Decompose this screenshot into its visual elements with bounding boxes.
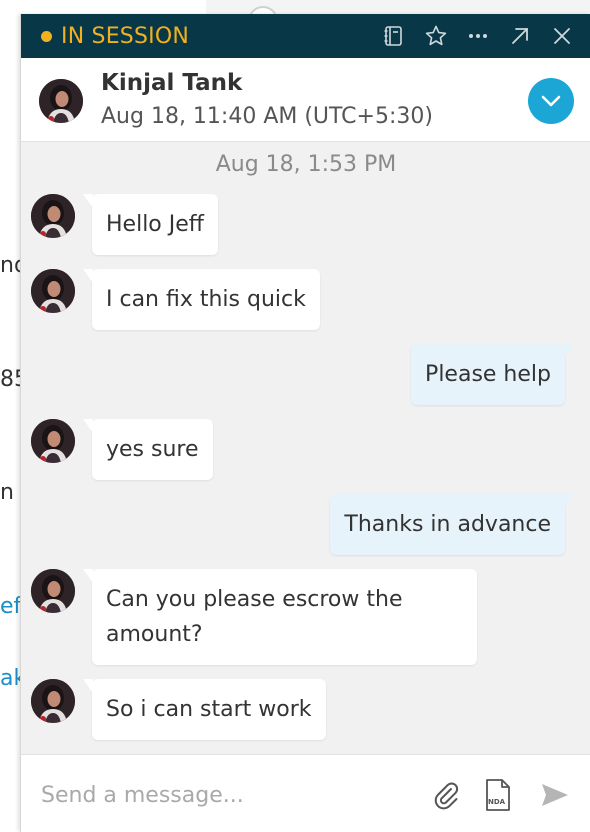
incoming-message: yes sure <box>83 419 213 480</box>
message-composer: NDA <box>21 754 590 832</box>
incoming-message: So i can start work <box>83 679 326 740</box>
titlebar-actions <box>373 14 583 58</box>
chat-window: IN SESSION Kinjal Tank Aug 18, 11:40 AM … <box>20 14 590 832</box>
message-avatar[interactable] <box>31 569 75 613</box>
contact-local-time: Aug 18, 11:40 AM (UTC+5:30) <box>101 104 433 129</box>
incoming-message: Can you please escrow the amount? <box>83 569 477 665</box>
background-link-fragment[interactable]: ef <box>0 594 21 619</box>
session-status-dot <box>41 30 52 42</box>
chat-titlebar: IN SESSION <box>21 14 590 58</box>
message-avatar[interactable] <box>31 194 75 238</box>
nda-document-icon <box>486 779 510 811</box>
message-avatar[interactable] <box>31 419 75 463</box>
session-status-label: IN SESSION <box>61 23 189 49</box>
contact-avatar[interactable] <box>39 79 83 123</box>
star-icon[interactable] <box>415 14 457 58</box>
more-icon[interactable] <box>457 14 499 58</box>
close-icon[interactable] <box>541 14 583 58</box>
outgoing-message: Thanks in advance <box>330 494 574 555</box>
notebook-icon[interactable] <box>373 14 415 58</box>
attach-icon[interactable] <box>426 773 466 817</box>
date-separator: Aug 18, 1:53 PM <box>215 152 397 177</box>
message-avatar[interactable] <box>31 269 75 313</box>
outgoing-message: Please help <box>411 344 574 405</box>
background-text-fragment: n <box>0 480 14 505</box>
send-icon[interactable] <box>535 773 575 817</box>
contact-name[interactable]: Kinjal Tank <box>101 70 242 96</box>
message-avatar[interactable] <box>31 679 75 723</box>
expand-contact-button[interactable] <box>528 78 574 124</box>
incoming-message: Hello Jeff <box>83 194 218 255</box>
message-input[interactable] <box>41 775 421 815</box>
contact-header: Kinjal Tank Aug 18, 11:40 AM (UTC+5:30) <box>21 58 590 142</box>
nda-button[interactable]: NDA <box>478 773 518 817</box>
nda-label: NDA <box>488 798 506 806</box>
incoming-message: I can fix this quick <box>83 269 320 330</box>
popout-icon[interactable] <box>499 14 541 58</box>
chevron-down-icon <box>541 95 561 107</box>
